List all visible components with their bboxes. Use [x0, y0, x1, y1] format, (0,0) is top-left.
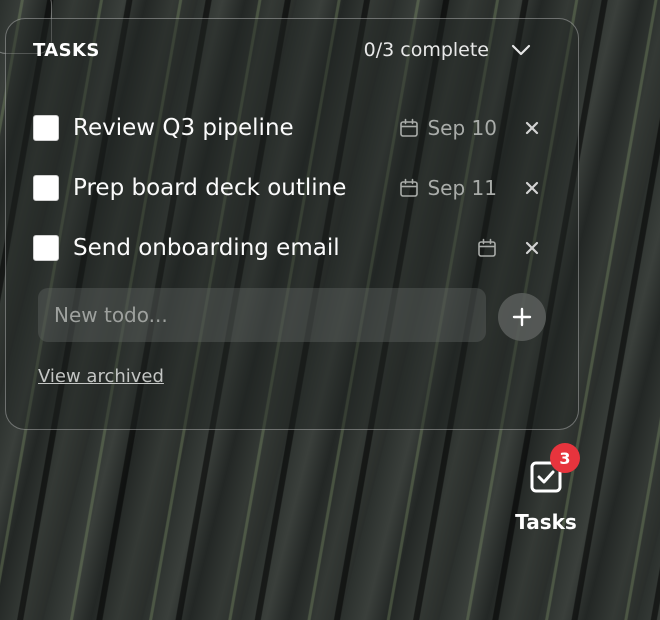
plus-icon	[512, 307, 532, 327]
delete-task-button[interactable]	[521, 177, 543, 199]
close-icon	[525, 241, 539, 255]
due-date-label: Sep 10	[427, 116, 497, 140]
close-icon	[525, 121, 539, 135]
task-due-date[interactable]	[477, 238, 497, 258]
collapse-button[interactable]	[509, 38, 533, 62]
new-todo-input[interactable]	[38, 288, 486, 342]
task-title: Send onboarding email	[73, 235, 340, 261]
panel-header: TASKS 0/3 complete	[33, 38, 533, 62]
task-item: Send onboarding email	[33, 232, 543, 264]
task-item: Prep board deck outline Sep 11	[33, 172, 543, 204]
task-count-badge: 3	[550, 443, 580, 473]
calendar-icon	[400, 178, 419, 197]
completion-status: 0/3 complete	[363, 39, 489, 61]
chevron-down-icon	[511, 44, 531, 56]
task-checkbox[interactable]	[33, 235, 59, 261]
dock-label: Tasks	[515, 510, 577, 534]
calendar-icon	[478, 238, 496, 257]
panel-title: TASKS	[33, 39, 100, 61]
due-date-label: Sep 11	[427, 176, 497, 200]
task-checkbox[interactable]	[33, 175, 59, 201]
tasks-dock-button[interactable]: 3 Tasks	[505, 443, 587, 542]
task-due-date[interactable]: Sep 11	[399, 176, 497, 200]
task-due-date[interactable]: Sep 10	[399, 116, 497, 140]
task-title: Prep board deck outline	[73, 175, 347, 201]
delete-task-button[interactable]	[521, 117, 543, 139]
calendar-icon	[400, 118, 419, 137]
task-item: Review Q3 pipeline Sep 10	[33, 112, 543, 144]
add-todo-button[interactable]	[498, 293, 546, 341]
delete-task-button[interactable]	[521, 237, 543, 259]
close-icon	[525, 181, 539, 195]
view-archived-link[interactable]: View archived	[38, 366, 164, 387]
task-title: Review Q3 pipeline	[73, 115, 294, 141]
task-checkbox[interactable]	[33, 115, 59, 141]
